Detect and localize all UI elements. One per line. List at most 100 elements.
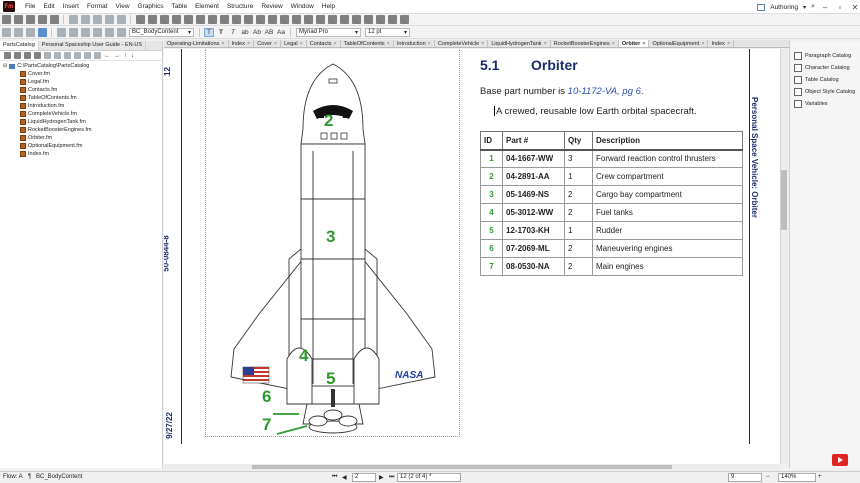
track-changes-icon[interactable] xyxy=(291,15,301,24)
tree-item-introduction[interactable]: Introduction.fm xyxy=(20,103,64,109)
menu-table[interactable]: Table xyxy=(168,3,192,10)
chevron-down-icon[interactable]: ▾ xyxy=(803,4,806,11)
tree-item-index[interactable]: Index.fm xyxy=(20,151,49,157)
cell-description[interactable]: Rudder xyxy=(592,221,743,240)
workspace-selector[interactable]: Authoring xyxy=(770,4,798,11)
variables-button[interactable]: Variables xyxy=(794,100,828,108)
zoom-level-field[interactable]: 9 xyxy=(728,473,762,482)
spellcheck-icon[interactable] xyxy=(135,15,145,24)
cell-id[interactable]: 4 xyxy=(480,203,503,222)
tab-operating-limitations[interactable]: Operating-Limitations × xyxy=(164,40,229,47)
book-folder-icon[interactable] xyxy=(73,52,81,59)
close-icon[interactable]: × xyxy=(274,40,277,47)
close-icon[interactable]: × xyxy=(428,40,431,47)
tree-item-rocket-booster-engines[interactable]: RocketBoosterEngines.fm xyxy=(20,127,92,133)
object-style-catalog-button[interactable]: Object Style Catalog xyxy=(794,88,855,96)
list-icon[interactable] xyxy=(56,27,66,37)
insert-xref-icon[interactable] xyxy=(207,15,217,24)
cell-qty[interactable]: 1 xyxy=(564,221,593,240)
tree-item-toc[interactable]: TableOfContents.fm xyxy=(20,95,77,101)
paragraph-tag-select[interactable]: BC_BodyContent ▾ xyxy=(129,27,194,37)
cell-part-number[interactable]: 05-1469-NS xyxy=(502,185,565,204)
book-print-icon[interactable] xyxy=(43,52,51,59)
insert-equation-icon[interactable] xyxy=(195,15,205,24)
prev-page-icon[interactable]: ◀ xyxy=(342,474,347,481)
first-page-icon[interactable]: ⏮ xyxy=(332,474,337,481)
settings-icon[interactable] xyxy=(387,15,397,24)
tab-index-1[interactable]: Index × xyxy=(229,40,255,47)
book-new-icon[interactable] xyxy=(3,52,11,59)
tree-item-liquid-hydrogen-tank[interactable]: LiquidHydrogenTank.fm xyxy=(20,119,86,125)
cell-part-number[interactable]: 12-1703-KH xyxy=(502,221,565,240)
menu-format[interactable]: Format xyxy=(83,3,112,10)
conditional-text-icon[interactable] xyxy=(279,15,289,24)
menu-help[interactable]: Help xyxy=(318,3,339,10)
structure-view-icon[interactable] xyxy=(351,15,361,24)
element-catalog-icon[interactable] xyxy=(327,15,337,24)
publish-icon[interactable] xyxy=(375,15,385,24)
paragraph-catalog-button[interactable]: Paragraph Catalog xyxy=(794,52,851,60)
tree-item-orbiter[interactable]: Orbiter.fm xyxy=(20,135,52,141)
close-button[interactable]: ✕ xyxy=(850,3,860,12)
tree-item-legal[interactable]: Legal.fm xyxy=(20,79,49,85)
cell-part-number[interactable]: 04-2891-AA xyxy=(502,167,565,186)
cell-part-number[interactable]: 07-2069-ML xyxy=(502,239,565,258)
tab-legal[interactable]: Legal × xyxy=(281,40,307,47)
close-icon[interactable]: × xyxy=(300,40,303,47)
arrow-up-icon[interactable]: ↑ xyxy=(124,53,127,59)
tab-introduction[interactable]: Introduction × xyxy=(394,40,435,47)
tab-index-2[interactable]: Index × xyxy=(708,40,735,47)
open-icon[interactable] xyxy=(25,15,35,24)
insert-graphic-icon[interactable] xyxy=(183,15,193,24)
description-paragraph[interactable]: A crewed, reusable low Earth orbital spa… xyxy=(494,106,697,117)
close-icon[interactable]: × xyxy=(642,40,645,47)
insert-link-icon[interactable] xyxy=(219,15,229,24)
tab-parts-catalog[interactable]: PartsCatalog xyxy=(0,41,39,50)
text-button-smallcaps[interactable]: Aa xyxy=(276,28,286,37)
header-description[interactable]: Description xyxy=(592,131,743,151)
close-icon[interactable]: × xyxy=(221,40,224,47)
video-play-icon[interactable] xyxy=(832,454,848,466)
cell-id[interactable]: 1 xyxy=(480,149,503,168)
vertical-scrollbar[interactable] xyxy=(780,49,788,464)
font-select[interactable]: Myriad Pro ▾ xyxy=(296,27,361,37)
menu-element[interactable]: Element xyxy=(191,3,223,10)
book-remove-icon[interactable] xyxy=(53,52,61,59)
book-add-icon[interactable] xyxy=(13,52,21,59)
spacing-icon[interactable] xyxy=(104,27,114,37)
zoom-select[interactable]: 140% xyxy=(778,473,816,482)
arrow-left-icon[interactable]: ← xyxy=(104,53,110,59)
close-icon[interactable]: × xyxy=(701,40,704,47)
undo-icon[interactable] xyxy=(68,15,78,24)
text-button-uppercase[interactable]: AB xyxy=(264,28,274,37)
text-button-titlecase[interactable]: Ab xyxy=(252,28,262,37)
cell-description[interactable]: Forward reaction control thrusters xyxy=(592,149,743,168)
tab-liquid-hydrogen-tank[interactable]: LiquidHydrogenTank × xyxy=(488,40,551,47)
cell-description[interactable]: Main engines xyxy=(592,257,743,276)
new-icon[interactable] xyxy=(13,15,23,24)
cell-part-number[interactable]: 05-3012-WW xyxy=(502,203,565,222)
insert-index-icon[interactable] xyxy=(267,15,277,24)
align-center-icon[interactable] xyxy=(13,27,23,37)
align-justify-icon[interactable] xyxy=(37,27,47,37)
tab-complete-vehicle[interactable]: CompleteVehicle × xyxy=(435,40,489,47)
cell-id[interactable]: 7 xyxy=(480,257,503,276)
cell-part-number[interactable]: 04-1667-WW xyxy=(502,149,565,168)
page-info-field[interactable]: 12 (2 of 4) * xyxy=(397,473,461,482)
close-icon[interactable]: × xyxy=(247,40,250,47)
menu-review[interactable]: Review xyxy=(257,3,286,10)
copy-icon[interactable] xyxy=(104,15,114,24)
document-canvas[interactable]: 12 50-0844-8 9/27/22 NASA 2 3 4 5 6 7 5.… xyxy=(164,49,780,464)
tab-rocket-booster-engines[interactable]: RocketBoosterEngines × xyxy=(551,40,619,47)
header-id[interactable]: ID xyxy=(480,131,503,151)
close-icon[interactable]: × xyxy=(333,40,336,47)
text-button-lowercase[interactable]: ab xyxy=(240,28,250,37)
workspace-icon[interactable] xyxy=(757,3,766,11)
tree-item-cover[interactable]: Cover.fm xyxy=(20,71,50,77)
indent-icon[interactable] xyxy=(80,27,90,37)
tab-cover[interactable]: Cover × xyxy=(254,40,282,47)
cell-description[interactable]: Cargo bay compartment xyxy=(592,185,743,204)
insert-footnote-icon[interactable] xyxy=(243,15,253,24)
page-number-field[interactable]: 2 xyxy=(352,473,376,482)
cell-description[interactable]: Crew compartment xyxy=(592,167,743,186)
